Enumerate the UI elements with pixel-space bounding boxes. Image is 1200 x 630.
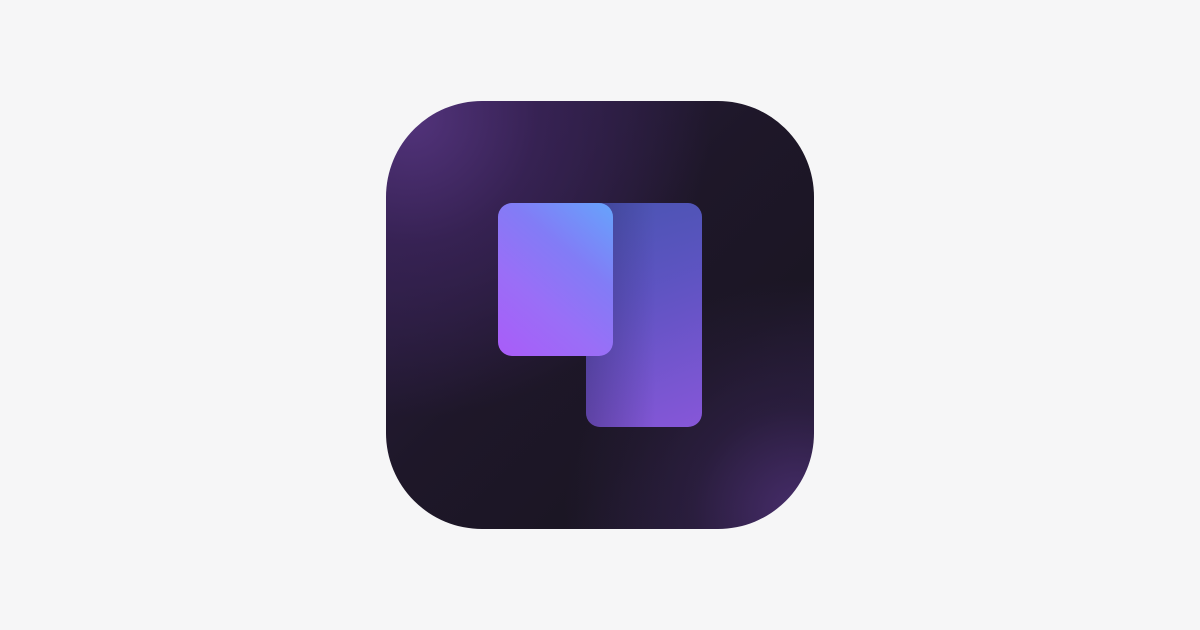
front-card-shape [498,203,613,356]
app-icon [386,101,814,529]
